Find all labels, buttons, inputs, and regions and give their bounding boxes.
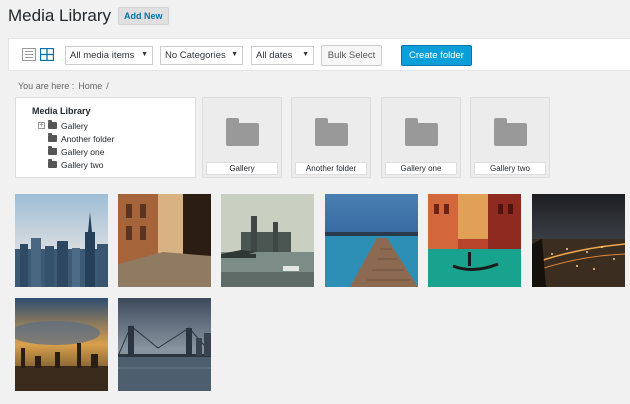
dropdown-arrow-icon: ▼ — [302, 51, 309, 58]
list-view-icon[interactable] — [22, 48, 36, 61]
folder-icon — [494, 118, 527, 146]
breadcrumb: You are here : Home / — [18, 81, 109, 91]
bulk-select-button[interactable]: Bulk Select — [321, 45, 382, 66]
folder-icon — [48, 159, 57, 168]
breadcrumb-home[interactable]: Home — [78, 81, 102, 91]
folder-tile-gallery-two[interactable]: Gallery two — [470, 97, 550, 178]
folder-icon — [48, 146, 57, 155]
media-thumbnail-old-town-street[interactable] — [118, 194, 211, 287]
tree-item-label: Gallery — [61, 120, 88, 131]
tree-item-another-folder[interactable]: Another folder — [38, 133, 114, 144]
media-thumbnail-city-skyline[interactable] — [15, 194, 108, 287]
tree-item-label: Gallery one — [61, 146, 105, 157]
date-filter-value: All dates — [256, 50, 293, 61]
media-thumbnail-parliament-river[interactable] — [221, 194, 314, 287]
folder-tile-label: Another folder — [295, 162, 367, 175]
folder-tile-gallery-one[interactable]: Gallery one — [381, 97, 461, 178]
tree-item-label: Gallery two — [61, 159, 104, 170]
create-folder-button[interactable]: Create folder — [401, 45, 472, 66]
folder-icon — [48, 120, 57, 129]
media-type-filter-value: All media items — [70, 50, 135, 61]
tree-item-gallery-two[interactable]: Gallery two — [38, 159, 104, 170]
folder-icon — [405, 118, 438, 146]
grid-view-icon[interactable] — [39, 47, 55, 62]
folder-tile-gallery[interactable]: Gallery — [202, 97, 282, 178]
media-thumbnail-sunset-skyline[interactable] — [15, 298, 108, 391]
folder-icon — [226, 118, 259, 146]
dropdown-arrow-icon: ▼ — [231, 51, 238, 58]
media-type-filter[interactable]: All media items ▼ — [65, 46, 153, 65]
media-toolbar: All media items ▼ No Categories ▼ All da… — [8, 38, 630, 71]
page-title: Media Library — [8, 6, 111, 25]
media-thumbnail-city-night[interactable] — [532, 194, 625, 287]
folder-tile-label: Gallery one — [385, 162, 457, 175]
date-filter[interactable]: All dates ▼ — [251, 46, 314, 65]
page-header: Media Library Add New — [8, 4, 169, 28]
folder-tile-label: Gallery — [206, 162, 278, 175]
folder-icon — [48, 133, 57, 142]
add-new-button[interactable]: Add New — [118, 7, 169, 25]
category-filter-value: No Categories — [165, 50, 226, 61]
breadcrumb-separator: / — [106, 81, 109, 91]
media-thumbnail-venice-canal[interactable] — [428, 194, 521, 287]
tree-item-gallery-one[interactable]: Gallery one — [38, 146, 104, 157]
tree-item-gallery[interactable]: + Gallery — [38, 120, 88, 131]
folder-tile-label: Gallery two — [474, 162, 546, 175]
dropdown-arrow-icon: ▼ — [141, 51, 148, 58]
media-thumbnail-pier-lake[interactable] — [325, 194, 418, 287]
tree-root[interactable]: Media Library — [32, 106, 91, 116]
folder-icon — [315, 118, 348, 146]
breadcrumb-prefix: You are here : — [18, 81, 75, 91]
category-filter[interactable]: No Categories ▼ — [160, 46, 243, 65]
folder-tile-another-folder[interactable]: Another folder — [291, 97, 371, 178]
tree-item-label: Another folder — [61, 133, 115, 144]
folder-tree: Media Library + Gallery Another folder G… — [15, 97, 196, 178]
media-thumbnail-bridge-skyline[interactable] — [118, 298, 211, 391]
expand-icon[interactable]: + — [38, 122, 45, 129]
